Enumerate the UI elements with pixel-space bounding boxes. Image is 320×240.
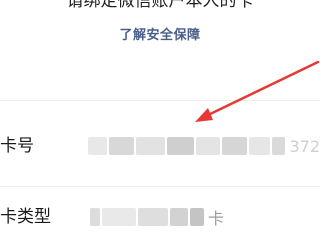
bind-card-screen: 请绑定微信账户本人的卡 了解安全保障 卡号 372 卡类型 卡 bbox=[0, 0, 320, 240]
card-type-label: 卡类型 bbox=[0, 207, 51, 227]
card-number-tail: 372 bbox=[289, 136, 320, 156]
divider-middle bbox=[0, 186, 320, 187]
card-type-value-masked: 卡 bbox=[90, 206, 240, 228]
divider-top bbox=[0, 100, 320, 101]
bind-card-instruction: 请绑定微信账户本人的卡 bbox=[66, 0, 254, 11]
card-number-value-masked: 372 bbox=[88, 135, 320, 157]
card-type-tail: 卡 bbox=[208, 209, 225, 228]
card-number-label: 卡号 bbox=[0, 136, 34, 156]
security-guarantee-link[interactable]: 了解安全保障 bbox=[0, 28, 320, 44]
